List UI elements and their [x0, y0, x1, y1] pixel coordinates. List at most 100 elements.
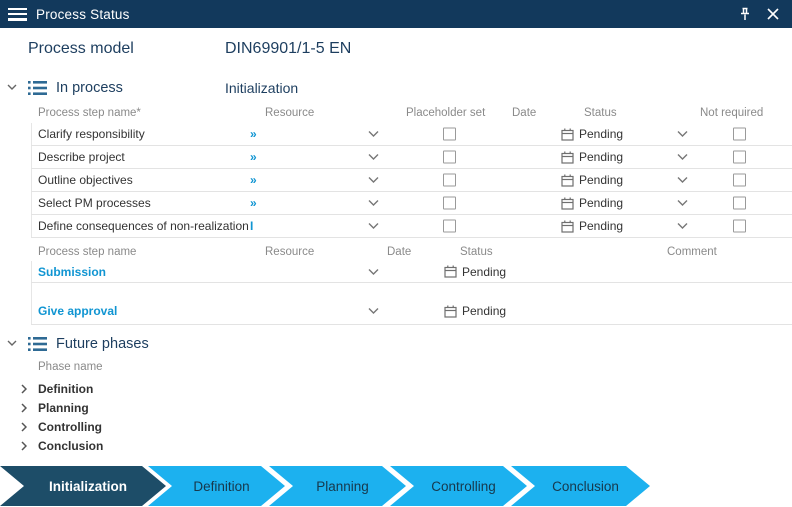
placeholder-checkbox[interactable]	[443, 196, 456, 210]
resource-link[interactable]: »	[250, 196, 257, 210]
current-phase-label: Initialization	[225, 80, 299, 96]
status-field[interactable]: Pending	[561, 127, 623, 141]
col-status: Status	[584, 107, 617, 119]
step-name: Select PM processes	[38, 196, 151, 210]
status-value: Pending	[579, 173, 624, 187]
in-process-table-header: Process step name* Resource Placeholder …	[0, 104, 792, 123]
placeholder-checkbox[interactable]	[443, 127, 456, 141]
col-process-step-name: Process step name	[38, 246, 137, 258]
resource-dropdown-icon[interactable]	[368, 268, 379, 275]
in-process-table: Clarify responsibility » Pending Describ…	[0, 123, 792, 238]
status-field[interactable]: Pending	[561, 150, 623, 164]
status-value: Pending	[462, 264, 507, 279]
col-process-step-name: Process step name*	[38, 107, 141, 119]
phase-name: Controlling	[38, 419, 102, 434]
phase-name: Conclusion	[38, 438, 104, 453]
future-phases-tree: Definition Planning Controlling Conclusi…	[0, 379, 792, 455]
resource-dropdown-icon[interactable]	[368, 223, 379, 230]
resource-dropdown-icon[interactable]	[368, 131, 379, 138]
resource-dropdown-icon[interactable]	[368, 200, 379, 207]
tree-item-controlling[interactable]: Controlling	[0, 417, 792, 436]
ribbon-label: Initialization	[48, 478, 127, 494]
col-date: Date	[512, 107, 537, 119]
ribbon-label: Definition	[193, 478, 250, 494]
process-model-row: Process model DIN69901/1-5 EN	[0, 36, 792, 66]
ribbon-label: Controlling	[431, 478, 496, 494]
step-link[interactable]: Submission	[38, 265, 106, 279]
col-phase-name: Phase name	[38, 361, 103, 373]
section-in-process: In process Initialization	[0, 78, 792, 100]
status-dropdown-icon[interactable]	[677, 177, 688, 184]
future-phases-header: Phase name	[0, 359, 792, 376]
status-field[interactable]: Pending	[561, 196, 623, 210]
resource-dropdown-icon[interactable]	[368, 154, 379, 161]
resource-link[interactable]: »	[250, 150, 257, 164]
resource-link[interactable]: »	[250, 127, 257, 141]
tree-item-conclusion[interactable]: Conclusion	[0, 436, 792, 455]
table-row: Outline objectives » Pending	[31, 169, 792, 192]
collapse-chevron-icon[interactable]	[7, 84, 17, 90]
expand-chevron-icon[interactable]	[21, 403, 27, 413]
resource-input-caret[interactable]: I	[250, 219, 253, 233]
status-dropdown-icon[interactable]	[677, 131, 688, 138]
table-row: Select PM processes » Pending	[31, 192, 792, 215]
status-field[interactable]: Pending	[561, 173, 623, 187]
ribbon-phase-definition[interactable]: Definition	[148, 466, 285, 506]
expand-chevron-icon[interactable]	[21, 384, 27, 394]
ribbon-phase-conclusion[interactable]: Conclusion	[511, 466, 650, 506]
tree-item-planning[interactable]: Planning	[0, 398, 792, 417]
expand-chevron-icon[interactable]	[21, 441, 27, 451]
table-row: Give approval Pending	[31, 298, 792, 325]
status-field[interactable]: Pending	[561, 219, 623, 233]
resource-link[interactable]: »	[250, 173, 257, 187]
not-required-checkbox[interactable]	[733, 219, 746, 233]
approval-table-header: Process step name Resource Date Status C…	[0, 244, 792, 261]
section-title: Future phases	[56, 336, 149, 352]
step-name: Outline objectives	[38, 173, 133, 187]
process-model-label: Process model	[28, 40, 134, 57]
not-required-checkbox[interactable]	[733, 150, 746, 164]
step-name: Describe project	[38, 150, 125, 164]
table-row: Clarify responsibility » Pending	[31, 123, 792, 146]
ribbon-phase-initialization[interactable]: Initialization	[0, 466, 166, 506]
process-model-value: DIN69901/1-5 EN	[225, 40, 352, 57]
not-required-checkbox[interactable]	[733, 127, 746, 141]
step-name: Clarify responsibility	[38, 127, 145, 141]
status-dropdown-icon[interactable]	[677, 200, 688, 207]
list-icon	[28, 80, 47, 96]
menu-icon[interactable]	[8, 7, 27, 21]
close-icon[interactable]	[764, 5, 782, 23]
status-field[interactable]: Pending	[444, 265, 506, 279]
resource-dropdown-icon[interactable]	[368, 177, 379, 184]
placeholder-checkbox[interactable]	[443, 173, 456, 187]
step-name: Define consequences of non-realization	[38, 219, 249, 233]
not-required-checkbox[interactable]	[733, 196, 746, 210]
status-value: Pending	[579, 150, 624, 164]
status-dropdown-icon[interactable]	[677, 223, 688, 230]
placeholder-checkbox[interactable]	[443, 150, 456, 164]
section-title: In process	[56, 80, 123, 96]
pin-icon[interactable]	[736, 5, 754, 23]
placeholder-checkbox[interactable]	[443, 219, 456, 233]
ribbon-phase-planning[interactable]: Planning	[269, 466, 406, 506]
status-value: Pending	[579, 219, 624, 233]
not-required-checkbox[interactable]	[733, 173, 746, 187]
col-comment: Comment	[667, 246, 717, 258]
status-dropdown-icon[interactable]	[677, 154, 688, 161]
col-not-required: Not required	[700, 107, 764, 119]
window-title: Process Status	[36, 6, 130, 22]
step-link[interactable]: Give approval	[38, 304, 117, 318]
col-resource: Resource	[265, 107, 315, 119]
ribbon-label: Planning	[316, 478, 369, 494]
ribbon-phase-controlling[interactable]: Controlling	[390, 466, 527, 506]
col-status: Status	[460, 246, 493, 258]
tree-item-definition[interactable]: Definition	[0, 379, 792, 398]
status-value: Pending	[579, 127, 624, 141]
resource-dropdown-icon[interactable]	[368, 308, 379, 315]
expand-chevron-icon[interactable]	[21, 422, 27, 432]
titlebar: Process Status	[0, 0, 792, 28]
collapse-chevron-icon[interactable]	[7, 340, 17, 346]
section-future-phases: Future phases	[0, 334, 792, 356]
table-row: Define consequences of non-realization I…	[31, 215, 792, 238]
status-field[interactable]: Pending	[444, 304, 506, 318]
